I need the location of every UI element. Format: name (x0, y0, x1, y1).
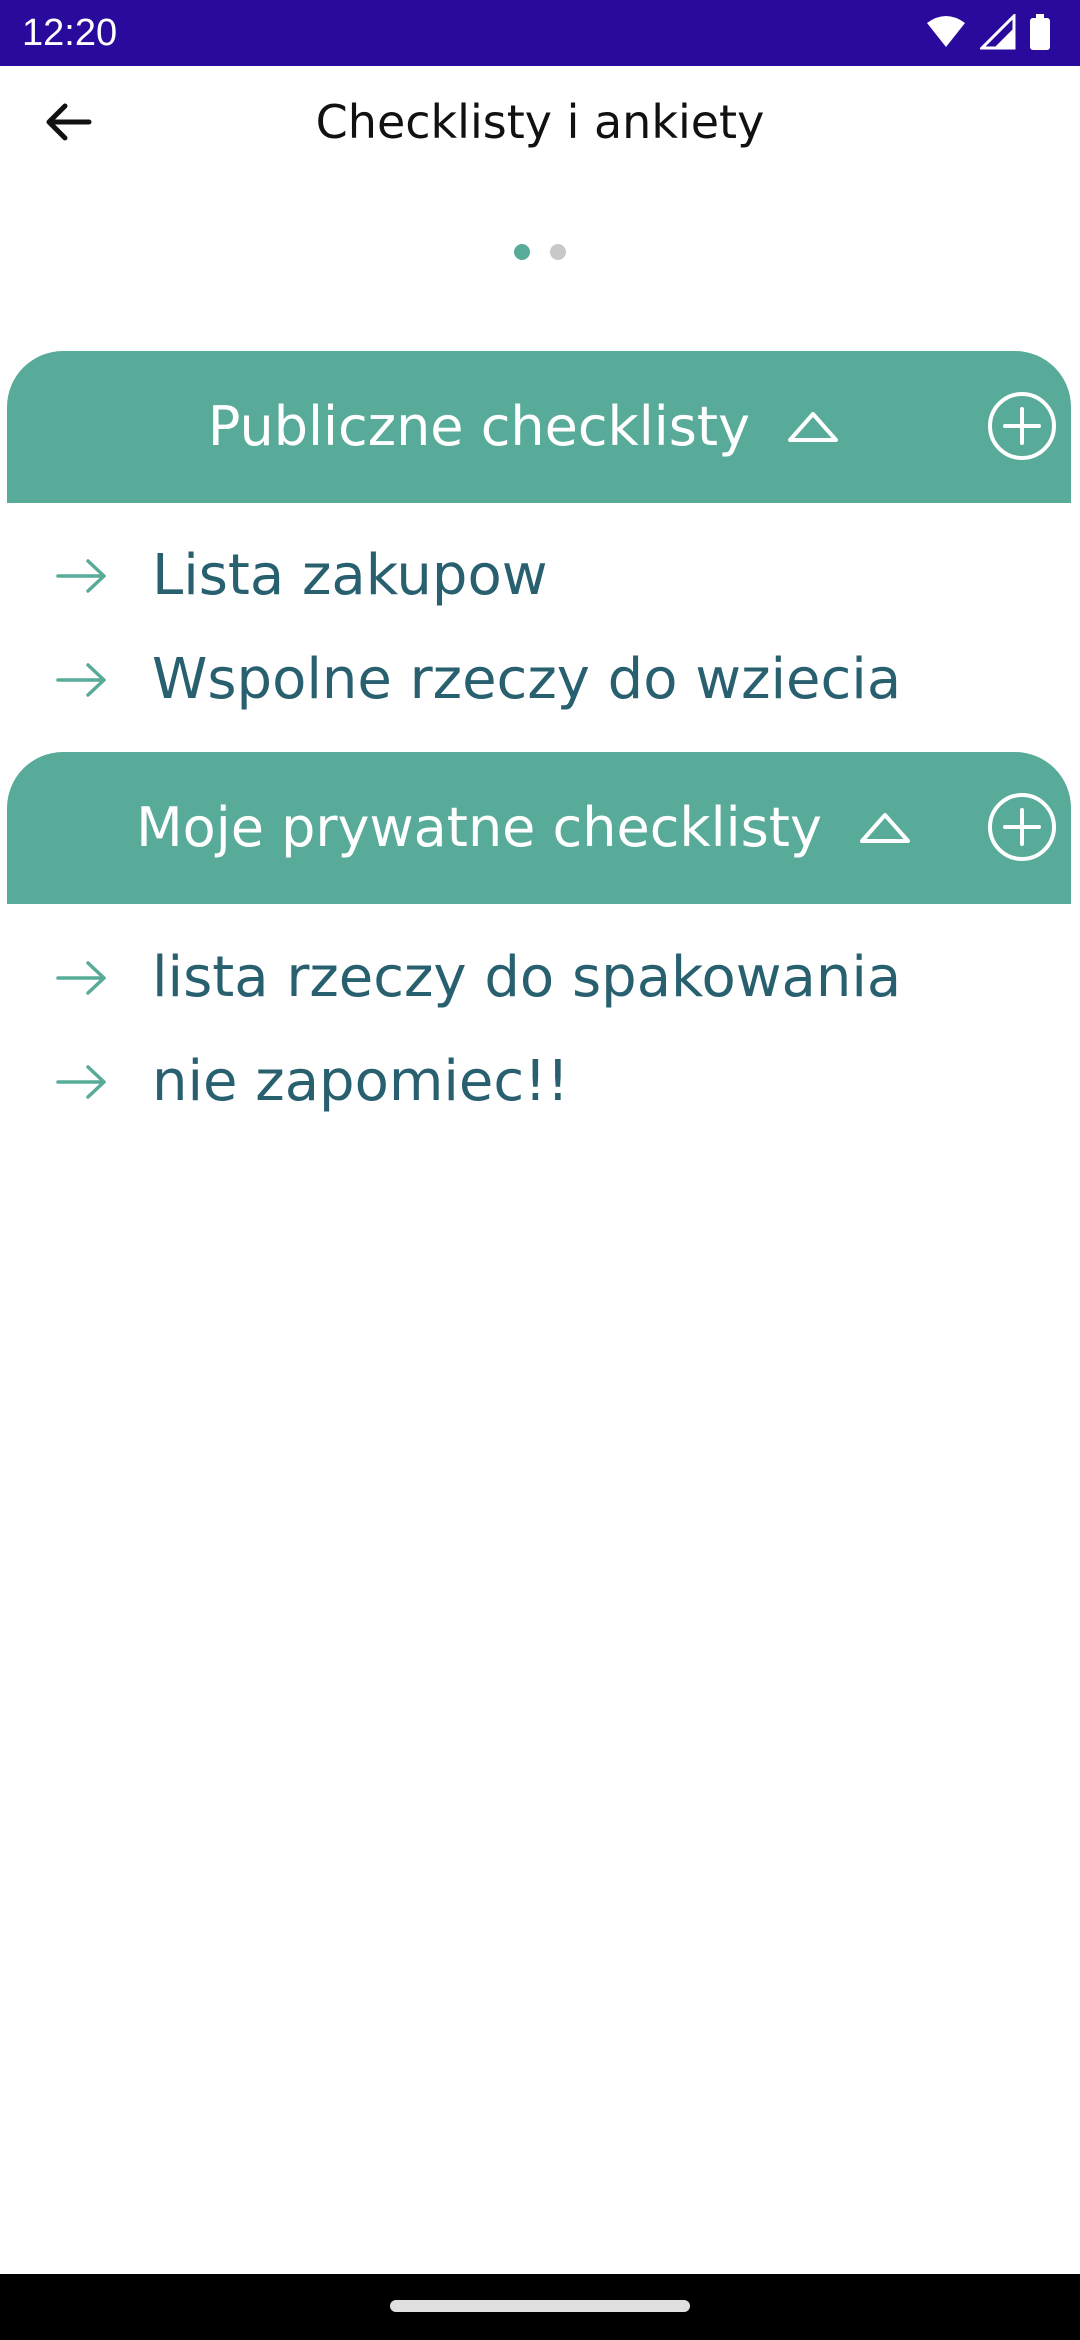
arrow-right-icon (56, 958, 108, 1002)
page-title: Checklisty i ankiety (315, 95, 765, 149)
section-title: Moje prywatne checklisty (136, 796, 822, 859)
list-item[interactable]: Lista zakupow (0, 528, 1080, 624)
list-item[interactable]: lista rzeczy do spakowania (0, 930, 1080, 1026)
battery-icon (1030, 14, 1050, 50)
page-dot-active[interactable] (514, 244, 530, 260)
status-bar: 12:20 (0, 0, 1080, 66)
status-icons (926, 14, 1050, 50)
page-indicator (0, 244, 1080, 260)
section-header-private[interactable]: Moje prywatne checklisty (7, 752, 1071, 904)
list-item[interactable]: nie zapomiec!! (0, 1034, 1080, 1130)
page-dot-inactive[interactable] (550, 244, 566, 260)
add-checklist-button[interactable] (987, 391, 1057, 465)
list-item-label: Lista zakupow (152, 543, 548, 608)
home-handle[interactable] (390, 2300, 690, 2312)
add-checklist-button[interactable] (987, 792, 1057, 866)
section-header-public[interactable]: Publiczne checklisty (7, 351, 1071, 503)
list-item-label: Wspolne rzeczy do wziecia (152, 647, 902, 712)
collapse-icon[interactable] (858, 811, 912, 845)
plus-circle-icon (987, 792, 1057, 866)
wifi-icon (926, 15, 966, 49)
list-item[interactable]: Wspolne rzeczy do wziecia (0, 632, 1080, 728)
arrow-right-icon (56, 556, 108, 600)
collapse-icon[interactable] (786, 410, 840, 444)
status-time: 12:20 (22, 12, 118, 54)
section-title: Publiczne checklisty (207, 395, 751, 458)
arrow-right-icon (56, 1062, 108, 1106)
plus-circle-icon (987, 391, 1057, 465)
cell-signal-icon (980, 14, 1016, 50)
app-bar: Checklisty i ankiety (0, 66, 1080, 178)
navigation-bar (0, 2274, 1080, 2340)
list-item-label: lista rzeczy do spakowania (152, 945, 902, 1010)
list-item-label: nie zapomiec!! (152, 1049, 570, 1114)
arrow-right-icon (56, 660, 108, 704)
